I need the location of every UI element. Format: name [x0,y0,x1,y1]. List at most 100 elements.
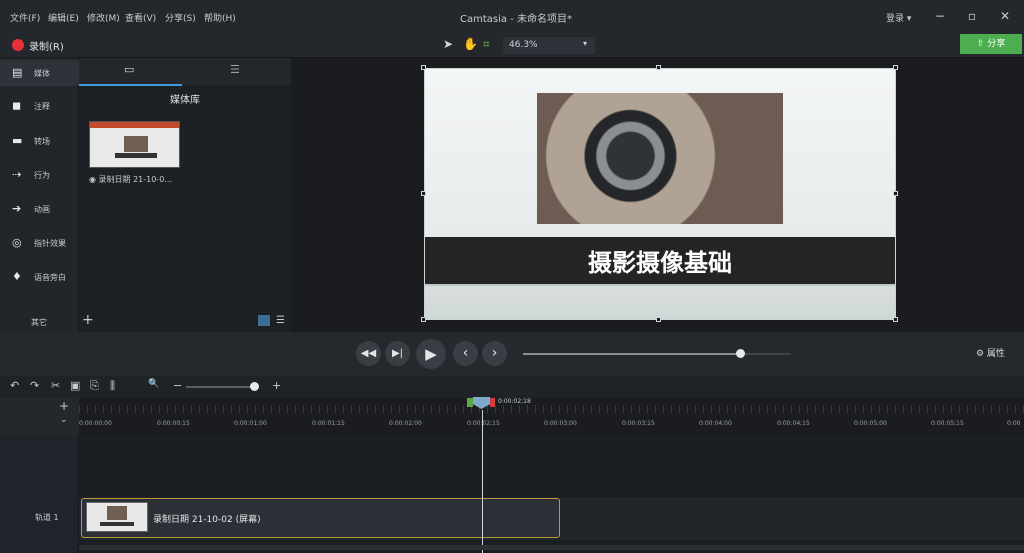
sidebar-item-animations[interactable]: ➔ 动画 [0,196,79,222]
sidebar-item-label: 行为 [34,171,50,180]
grid-view-icon[interactable] [258,315,270,326]
media-thumbnail[interactable] [89,121,180,168]
zoom-out-icon[interactable]: − [173,379,182,392]
undo-icon[interactable]: ↶ [10,379,19,392]
ruler-tick-label: 0:00:03;15 [622,420,655,427]
scrub-progress [523,353,740,355]
sidebar-item-annotations[interactable]: ◼ 注释 [0,93,79,119]
paste-icon[interactable]: ⎘ [90,379,99,393]
ruler-tick-label: 0:00:01;15 [312,420,345,427]
ruler-tick-label: 0:00:05;00 [854,420,887,427]
resize-handle[interactable] [893,317,898,322]
menu-help[interactable]: 帮助(H) [204,11,236,24]
tab-list-view[interactable]: ☰ [230,63,240,76]
sidebar-item-voice-narration[interactable]: ♦ 语音旁白 [0,264,79,290]
resize-handle[interactable] [656,317,661,322]
maximize-icon[interactable]: ▫ [962,6,982,26]
pan-hand-icon[interactable]: ✋ [463,37,478,51]
sidebar-item-label: 语音旁白 [34,273,66,282]
previous-frame-button[interactable]: ◀◀ [356,341,381,366]
resize-handle[interactable] [656,65,661,70]
share-button[interactable]: ⇧ 分享 [960,34,1022,54]
resize-handle[interactable] [421,191,426,196]
ruler-tick-label: 0:00:03;00 [544,420,577,427]
add-media-button[interactable]: + [82,312,94,328]
behavior-icon: ⇢ [12,168,22,181]
app-title: Camtasia - 未命名项目* [460,14,572,25]
sidebar-item-media[interactable]: ▤ 媒体 [0,60,79,86]
chevron-down-icon[interactable]: ▾ [583,39,587,48]
zoom-in-icon[interactable]: + [272,379,281,392]
menu-modify[interactable]: 修改(M) [87,11,120,24]
ruler-tick-label: 0:00:02;15 [467,420,500,427]
resize-handle[interactable] [893,65,898,70]
split-icon[interactable]: ⫼ [110,379,115,393]
zoom-dropdown[interactable]: 46.3% [503,37,595,54]
cut-icon[interactable]: ✂ [51,379,60,392]
ruler-tick-label: 0:00 [1007,420,1021,427]
ruler-tick-label: 0:00:00;15 [157,420,190,427]
zoom-search-icon: 🔍 [148,379,160,389]
tab-media-library[interactable]: ▭ [124,63,134,76]
chevron-down-icon[interactable]: ⌄ [60,415,68,425]
properties-button[interactable]: ⚙ 属性 [976,346,1005,359]
menu-share[interactable]: 分享(S) [165,11,196,24]
ruler-tick-label: 0:00:02;00 [389,420,422,427]
track-label[interactable]: 轨道 1 [35,512,59,523]
add-track-icon[interactable]: + [59,399,69,413]
timeline-zoom-handle[interactable] [250,382,259,391]
resize-handle[interactable] [421,317,426,322]
ruler-tick-label: 0:00:04;00 [699,420,732,427]
playback-bar [0,332,1024,376]
clip-thumbnail [86,502,148,532]
record-icon[interactable] [12,39,24,51]
media-icon: ▤ [12,66,23,79]
sidebar-item-label: 动画 [34,205,50,214]
menu-view[interactable]: 查看(V) [125,11,156,24]
track-label-column [0,436,79,553]
microphone-icon: ♦ [12,270,22,283]
timeline-scrollbar[interactable] [79,545,1024,550]
timeline-zoom-slider[interactable] [186,386,255,388]
out-point-marker[interactable] [490,398,495,407]
media-tabs [79,58,291,85]
minimize-icon[interactable]: − [930,6,950,26]
camera-photo [537,93,783,224]
playhead-time: 0:00:02;18 [498,398,531,405]
record-button[interactable]: 录制(R) [29,38,64,53]
login-dropdown[interactable]: 登录 ▾ [886,11,911,24]
menu-file[interactable]: 文件(F) [10,11,40,24]
redo-icon[interactable]: ↷ [30,379,39,392]
menu-edit[interactable]: 编辑(E) [48,11,79,24]
sidebar-item-label: 转场 [34,137,50,146]
scrub-handle[interactable] [736,349,745,358]
banner-divider [425,284,895,286]
crop-icon[interactable]: ⌗ [483,37,490,52]
transition-icon: ▬ [12,134,23,147]
playhead-line [482,410,483,553]
pointer-icon[interactable]: ➤ [443,37,453,51]
sidebar-item-behaviors[interactable]: ⇢ 行为 [0,162,79,188]
next-marker-button[interactable]: › [482,341,507,366]
sidebar-item-label: 注释 [34,102,50,111]
list-view-icon[interactable]: ☰ [276,315,285,326]
resize-handle[interactable] [421,65,426,70]
in-point-marker[interactable] [467,398,473,407]
timeline-ruler[interactable] [79,398,1024,436]
resize-handle[interactable] [893,191,898,196]
play-button[interactable]: ▶ [416,339,446,369]
sidebar-item-cursor-effects[interactable]: ◎ 指针效果 [0,230,79,256]
ruler-tick-label: 0:00:01;00 [234,420,267,427]
step-forward-button[interactable]: ▶| [385,341,410,366]
sidebar-item-label: 媒体 [34,69,50,78]
close-icon[interactable]: ✕ [995,6,1015,26]
sidebar-item-transitions[interactable]: ▬ 转场 [0,128,79,154]
sidebar-item-label: 指针效果 [34,239,66,248]
more-tools-button[interactable]: 其它 [31,317,47,328]
ruler-tick-label: 0:00:00;00 [79,420,112,427]
copy-icon[interactable]: ▣ [70,379,80,392]
clip-label: 录制日期 21-10-02 (屏幕) [153,515,261,525]
ruler-tick-label: 0:00:05;15 [931,420,964,427]
media-thumbnail-caption: ◉ 录制日期 21-10-0... [89,175,172,184]
previous-marker-button[interactable]: ‹ [453,341,478,366]
